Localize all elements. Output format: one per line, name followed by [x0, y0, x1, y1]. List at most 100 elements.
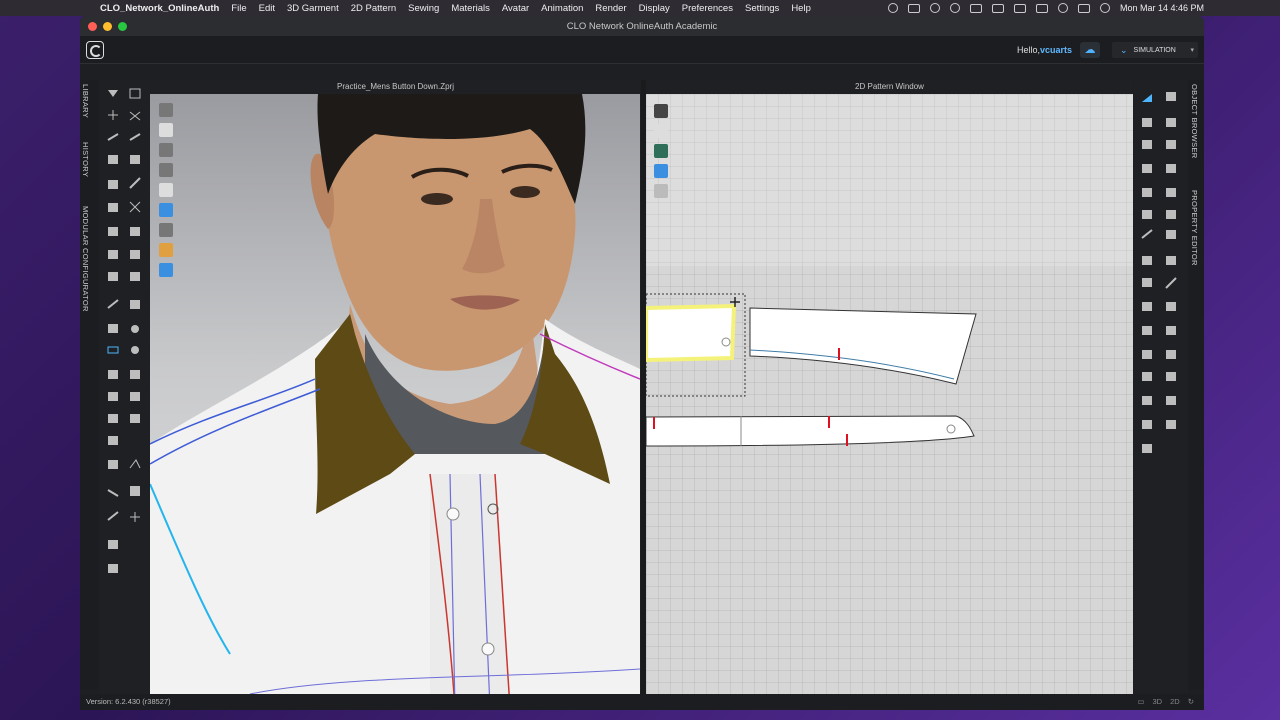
- topstitch-icon[interactable]: [107, 346, 119, 354]
- segment-sewing-icon[interactable]: [1166, 230, 1176, 239]
- menu-materials[interactable]: Materials: [451, 3, 490, 14]
- trim-icon[interactable]: [108, 370, 118, 379]
- tack-icon[interactable]: [129, 111, 141, 121]
- shirt-icon[interactable]: [108, 392, 118, 401]
- edit-pattern-icon[interactable]: [1166, 92, 1176, 101]
- menu-help[interactable]: Help: [791, 3, 811, 14]
- tab-history[interactable]: HISTORY: [81, 142, 90, 177]
- fitting-icon[interactable]: [108, 540, 118, 549]
- marker-icon[interactable]: [1166, 396, 1176, 405]
- 2d-texture-icon[interactable]: [654, 124, 668, 138]
- dart-icon[interactable]: [1142, 210, 1152, 219]
- pose-icon[interactable]: [129, 88, 141, 99]
- refresh-icon[interactable]: ↻: [1188, 694, 1194, 710]
- placket-pattern-piece[interactable]: [646, 415, 975, 447]
- layout-icon[interactable]: ▭: [1137, 694, 1144, 710]
- view-3d-icon[interactable]: 3D: [1153, 694, 1163, 710]
- fold-icon[interactable]: [130, 155, 140, 164]
- arrange-icon[interactable]: [129, 459, 141, 469]
- needle-icon[interactable]: [107, 511, 119, 521]
- stitch-icon[interactable]: [130, 250, 140, 259]
- slash-icon[interactable]: [1142, 140, 1152, 149]
- avatar-icon[interactable]: [108, 436, 118, 445]
- search-icon[interactable]: [1057, 3, 1068, 13]
- simulation-mode-button[interactable]: ⌄ SIMULATION ▾: [1112, 42, 1198, 58]
- view-skeleton-icon[interactable]: [159, 183, 173, 197]
- grid-2d-icon[interactable]: [1166, 420, 1176, 429]
- view-avatar-icon[interactable]: [159, 103, 173, 117]
- sticker-icon[interactable]: [130, 370, 140, 379]
- bluetooth-icon[interactable]: [991, 3, 1004, 13]
- view-globe-icon[interactable]: [159, 263, 173, 277]
- grid-icon[interactable]: [130, 227, 140, 236]
- check-sewing-icon[interactable]: [1142, 278, 1152, 287]
- menu-file[interactable]: File: [231, 3, 246, 14]
- view-arrangement-icon[interactable]: [159, 223, 173, 237]
- pin-icon[interactable]: [107, 133, 119, 141]
- text-a-icon[interactable]: [1142, 350, 1152, 359]
- 2d-lock-icon[interactable]: [654, 184, 668, 198]
- shirt-button-1[interactable]: [446, 507, 460, 521]
- tab-property-editor[interactable]: PROPERTY EDITOR: [1190, 190, 1199, 266]
- menu-3d-garment[interactable]: 3D Garment: [287, 3, 339, 14]
- trace-icon[interactable]: [1166, 210, 1176, 219]
- pen-icon[interactable]: [129, 133, 141, 141]
- texture-icon[interactable]: [108, 414, 118, 423]
- button-icon[interactable]: [108, 324, 118, 333]
- line-2d-icon[interactable]: [1165, 277, 1177, 289]
- measure-icon[interactable]: [108, 180, 118, 189]
- control-center-icon[interactable]: [1077, 3, 1090, 13]
- square-icon[interactable]: [130, 486, 140, 496]
- tape-icon[interactable]: [108, 272, 118, 281]
- view-pattern-icon[interactable]: [159, 203, 173, 217]
- menu-preferences[interactable]: Preferences: [682, 3, 733, 14]
- menu-animation[interactable]: Animation: [541, 3, 583, 14]
- add-point-icon[interactable]: [130, 512, 140, 522]
- minimize-window-button[interactable]: [103, 22, 112, 31]
- clock[interactable]: Mon Mar 14 4:46 PM: [1120, 3, 1204, 13]
- tab-modular-configurator[interactable]: MODULAR CONFIGURATOR: [81, 206, 90, 312]
- measure-2d-icon[interactable]: [1166, 372, 1176, 381]
- siri-icon[interactable]: [1099, 3, 1110, 13]
- menu-app-name[interactable]: CLO_Network_OnlineAuth: [100, 3, 219, 14]
- line-icon[interactable]: [107, 299, 119, 309]
- edit-texture-icon[interactable]: [130, 414, 140, 423]
- notch-icon[interactable]: [1142, 326, 1152, 335]
- edit-curve-icon[interactable]: [1142, 118, 1152, 127]
- play-icon[interactable]: [949, 3, 960, 13]
- avatar-measure-icon[interactable]: [108, 227, 118, 236]
- collar-pattern-piece[interactable]: [749, 307, 977, 385]
- hanger-2-icon[interactable]: [108, 564, 118, 573]
- menu-avatar[interactable]: Avatar: [502, 3, 529, 14]
- 2d-pattern-window[interactable]: [646, 94, 1133, 708]
- 2d-info-icon[interactable]: [654, 144, 668, 158]
- add-point-2d-icon[interactable]: [1166, 140, 1176, 149]
- internal-rectangle-icon[interactable]: [1166, 188, 1176, 197]
- select-icon[interactable]: [108, 90, 118, 97]
- seam-icon[interactable]: [108, 250, 118, 259]
- free-sewing-icon[interactable]: [1142, 256, 1152, 265]
- garment-icon[interactable]: [108, 155, 118, 164]
- bug-icon[interactable]: [1142, 444, 1152, 453]
- transform-pattern-icon[interactable]: [1142, 94, 1152, 102]
- controls-icon[interactable]: [907, 3, 920, 13]
- move-icon[interactable]: [108, 110, 118, 120]
- view-texture-icon[interactable]: [159, 163, 173, 177]
- menu-render[interactable]: Render: [595, 3, 626, 14]
- close-window-button[interactable]: [88, 22, 97, 31]
- edit-sewing-icon[interactable]: [1166, 256, 1176, 265]
- view-2d-icon[interactable]: 2D: [1170, 694, 1180, 710]
- 3d-garment-viewport[interactable]: [150, 94, 640, 708]
- topstitch-2d-icon[interactable]: [1166, 326, 1176, 335]
- volume-icon[interactable]: [969, 3, 982, 13]
- menu-2d-pattern[interactable]: 2D Pattern: [351, 3, 396, 14]
- strengthen-icon[interactable]: [129, 177, 141, 189]
- seam-allowance-icon[interactable]: [1166, 302, 1176, 311]
- clo-logo-icon[interactable]: [86, 41, 104, 59]
- internal-polygon-icon[interactable]: [1142, 188, 1152, 197]
- battery-icon[interactable]: [1013, 3, 1026, 13]
- knife-icon[interactable]: [107, 489, 119, 497]
- tab-library[interactable]: LIBRARY: [81, 84, 90, 118]
- annotation-icon[interactable]: [1166, 350, 1176, 359]
- tab-object-browser[interactable]: OBJECT BROWSER: [1190, 84, 1199, 159]
